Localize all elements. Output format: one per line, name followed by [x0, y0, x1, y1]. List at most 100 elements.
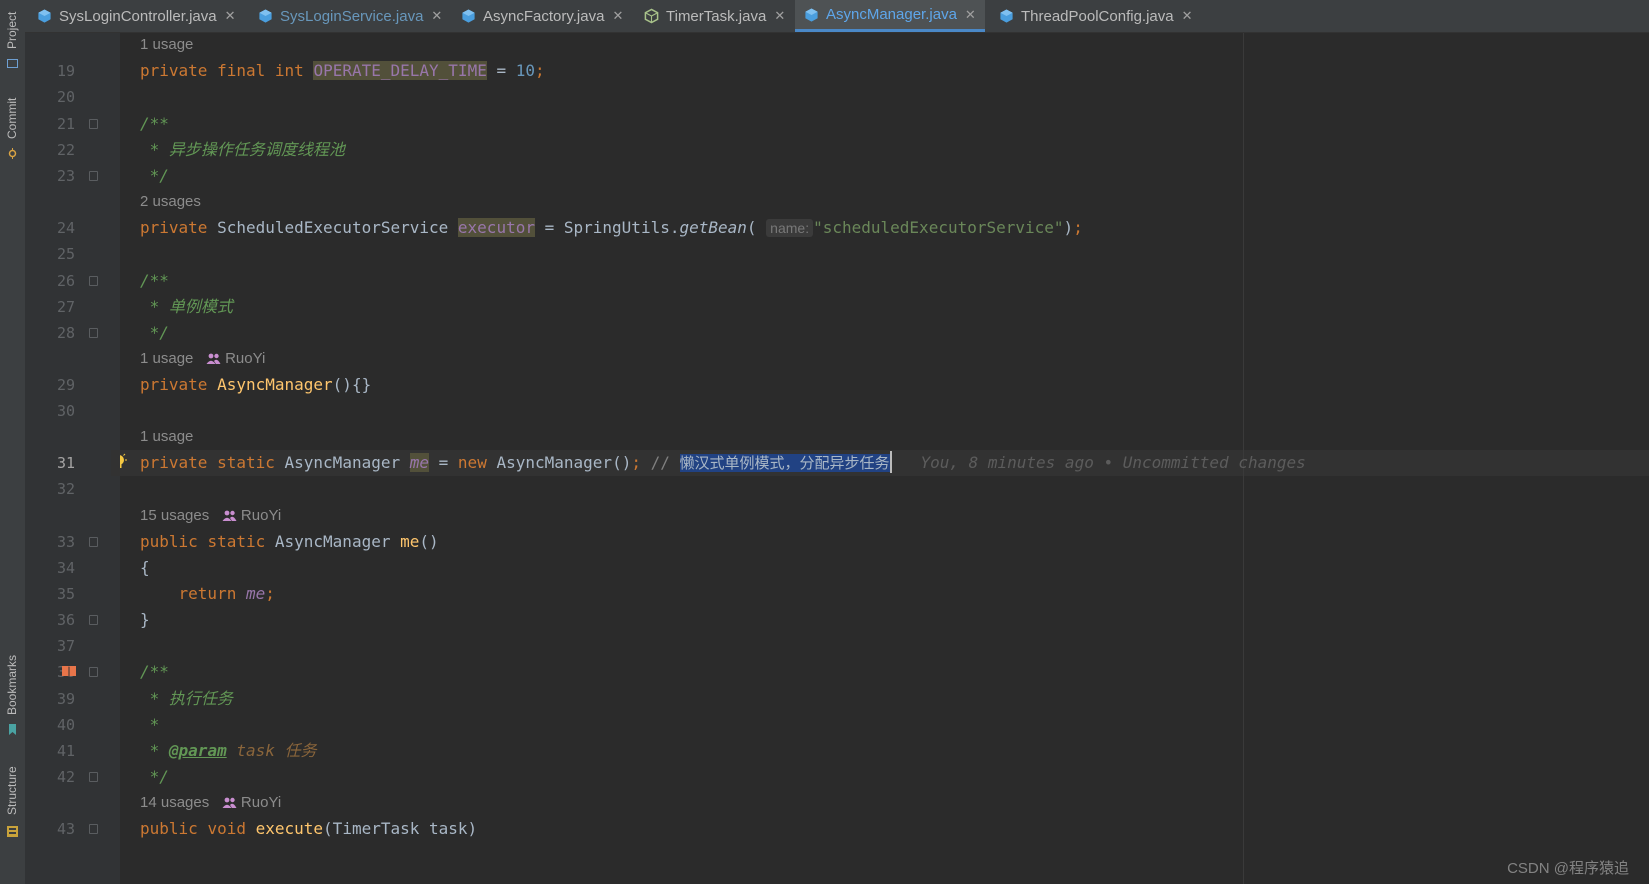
- java-class-icon: [805, 7, 818, 22]
- watermark: CSDN @程序猿追: [1507, 860, 1629, 877]
- line-number: 21: [56, 115, 75, 133]
- selected-comment-text: 懒汉式单例模式，分配异步任务: [679, 454, 890, 472]
- close-icon[interactable]: ✕: [774, 8, 785, 24]
- code-line-43[interactable]: public void execute(TimerTask task): [140, 816, 477, 842]
- code-line-35[interactable]: return me;: [140, 581, 275, 607]
- line-number: 36: [56, 611, 75, 629]
- tab-threadpoolconfig[interactable]: ThreadPoolConfig.java ✕: [999, 0, 1193, 32]
- doc-comment-open: /**: [140, 114, 169, 133]
- line-number: 42: [56, 768, 75, 786]
- usage-hint[interactable]: 15 usages RuoYi: [140, 503, 281, 529]
- doc-comment-open: /**: [140, 271, 169, 290]
- line-number: 34: [56, 559, 75, 577]
- usage-hint[interactable]: 1 usage RuoYi: [140, 346, 265, 372]
- java-abstract-class-icon: [644, 8, 659, 24]
- bookmark-icon: [9, 724, 16, 735]
- editor-gutter[interactable]: 19 20 21 22 23 24 25 26 27 28 29 30 31 3…: [25, 33, 120, 884]
- usage-hint[interactable]: 14 usages RuoYi: [140, 790, 281, 816]
- editor-tab-bar: SysLoginController.java ✕ SysLoginServic…: [25, 0, 1649, 33]
- usage-hint[interactable]: 1 usage: [140, 424, 193, 450]
- line-number: 19: [56, 62, 75, 80]
- line-number: 37: [56, 637, 75, 655]
- tab-label: AsyncFactory.java: [483, 7, 605, 25]
- tab-sysloginservice[interactable]: SysLoginService.java ✕: [258, 0, 442, 32]
- doc-comment-open: /**: [140, 662, 169, 681]
- commit-icon: [8, 148, 17, 159]
- doc-comment-close: */: [149, 323, 169, 342]
- code-line-19[interactable]: private final int OPERATE_DELAY_TIME = 1…: [140, 58, 545, 84]
- bookmarks-tool-button[interactable]: Bookmarks: [2, 650, 22, 720]
- bookmark-book-icon[interactable]: [61, 665, 77, 678]
- tab-timertask[interactable]: TimerTask.java ✕: [644, 0, 785, 32]
- doc-comment-text: * 执行任务: [149, 689, 233, 708]
- tab-label: SysLoginService.java: [280, 7, 424, 25]
- code-line-29[interactable]: private AsyncManager(){}: [140, 372, 371, 398]
- executor-field: executor: [457, 218, 535, 237]
- fold-marker-icon[interactable]: [89, 328, 98, 338]
- close-icon[interactable]: ✕: [1182, 8, 1193, 24]
- operate-delay-field: OPERATE_DELAY_TIME: [313, 61, 487, 80]
- code-editor[interactable]: 1 usage private final int OPERATE_DELAY_…: [120, 33, 1649, 884]
- line-number: 22: [56, 141, 75, 159]
- tab-label: SysLoginController.java: [59, 7, 217, 25]
- code-line-34[interactable]: {: [140, 555, 150, 581]
- tab-label: TimerTask.java: [666, 7, 767, 25]
- doc-comment-close: */: [149, 166, 169, 185]
- close-icon[interactable]: ✕: [431, 8, 442, 24]
- line-number: 43: [56, 820, 75, 838]
- line-number: 40: [56, 716, 75, 734]
- close-icon[interactable]: ✕: [225, 8, 236, 24]
- line-number: 24: [56, 219, 75, 237]
- code-line-31[interactable]: private static AsyncManager me = new Asy…: [140, 450, 1306, 476]
- line-number: 26: [56, 272, 75, 290]
- code-line-33[interactable]: public static AsyncManager me(): [140, 529, 439, 555]
- java-class-icon: [462, 9, 475, 23]
- tab-asyncfactory[interactable]: AsyncFactory.java ✕: [461, 0, 623, 32]
- line-number: 28: [56, 324, 75, 342]
- author-icon: [222, 797, 237, 808]
- tool-window-strip: Project Commit Bookmarks Structure: [0, 0, 26, 884]
- me-field: me: [409, 453, 430, 472]
- tab-asyncmanager[interactable]: AsyncManager.java ✕: [795, 0, 985, 32]
- fold-marker-icon[interactable]: [89, 276, 98, 286]
- fold-marker-icon[interactable]: [89, 537, 98, 547]
- line-number: 25: [56, 245, 75, 263]
- fold-marker-icon[interactable]: [89, 667, 98, 677]
- lightbulb-icon[interactable]: [120, 452, 128, 472]
- line-number: 29: [56, 376, 75, 394]
- structure-tool-button[interactable]: Structure: [2, 760, 22, 822]
- tab-syslogincontroller[interactable]: SysLoginController.java ✕: [37, 0, 236, 32]
- line-number-current: 31: [56, 454, 75, 472]
- doc-comment-param: * @param task 任务: [140, 741, 317, 760]
- code-line-36[interactable]: }: [140, 607, 150, 633]
- line-number: 33: [56, 533, 75, 551]
- text-caret: [889, 451, 892, 473]
- fold-marker-icon[interactable]: [89, 772, 98, 782]
- close-icon[interactable]: ✕: [965, 7, 976, 23]
- git-blame-annotation: You, 8 minutes ago • Uncommitted changes: [920, 453, 1306, 472]
- usage-hint[interactable]: 1 usage: [140, 33, 193, 58]
- java-class-icon: [1000, 9, 1013, 23]
- usage-hint[interactable]: 2 usages: [140, 189, 201, 215]
- current-line-gutter-highlight: [111, 450, 120, 476]
- line-number: 39: [56, 690, 75, 708]
- fold-marker-icon[interactable]: [89, 615, 98, 625]
- line-number: 23: [56, 167, 75, 185]
- fold-marker-icon[interactable]: [89, 824, 98, 834]
- project-icon: [7, 59, 18, 68]
- author-icon: [222, 510, 237, 521]
- fold-marker-icon[interactable]: [89, 119, 98, 129]
- line-number: 20: [56, 88, 75, 106]
- line-number: 30: [56, 402, 75, 420]
- code-line-24[interactable]: private ScheduledExecutorService executo…: [140, 215, 1083, 241]
- fold-marker-icon[interactable]: [89, 171, 98, 181]
- commit-tool-button[interactable]: Commit: [2, 92, 22, 144]
- doc-comment-close: */: [149, 767, 169, 786]
- structure-icon: [7, 826, 18, 837]
- doc-comment-text: * 异步操作任务调度线程池: [149, 140, 345, 159]
- close-icon[interactable]: ✕: [612, 8, 623, 24]
- java-class-icon: [259, 9, 272, 23]
- java-class-icon: [38, 9, 51, 23]
- tab-label: ThreadPoolConfig.java: [1021, 7, 1174, 25]
- project-tool-button[interactable]: Project: [2, 6, 22, 54]
